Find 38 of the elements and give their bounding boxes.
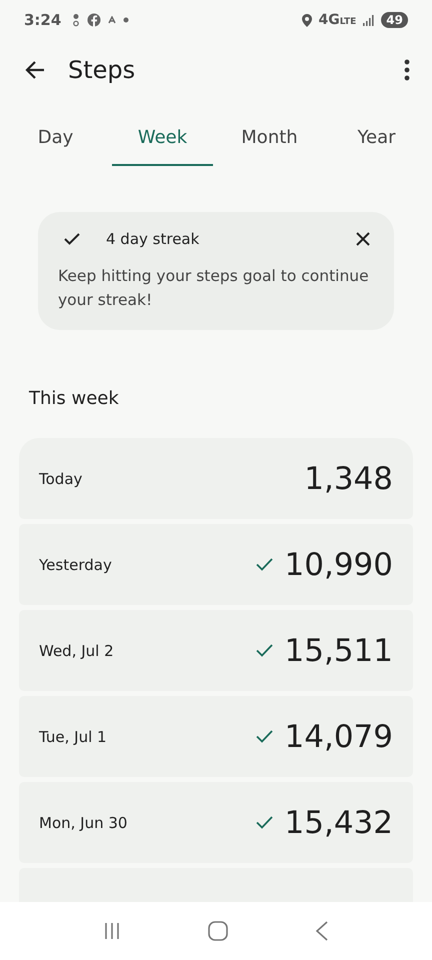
- day-label: Yesterday: [39, 556, 112, 574]
- section-title: This week: [29, 388, 120, 411]
- step-count: 1,348: [304, 460, 393, 496]
- day-label: Today: [39, 470, 82, 488]
- back-icon[interactable]: [314, 921, 329, 941]
- day-label: Mon, Jun 30: [39, 814, 128, 832]
- check-icon: [64, 233, 80, 245]
- home-icon[interactable]: [208, 921, 228, 941]
- day-label: Wed, Jul 2: [39, 642, 114, 660]
- network-type: 4GLTE: [318, 12, 356, 28]
- circle-f-icon: [87, 13, 102, 27]
- day-row[interactable]: Mon, Jun 30 15,432: [19, 782, 413, 863]
- battery-level: 49: [381, 12, 408, 28]
- day-row[interactable]: Wed, Jul 2 15,511: [19, 610, 413, 691]
- day-row[interactable]: Today 1,348: [19, 438, 413, 519]
- step-count: 10,990: [284, 546, 393, 582]
- page-title: Steps: [68, 56, 136, 84]
- small-a-icon: [108, 16, 116, 24]
- period-tab[interactable]: Month: [219, 110, 320, 166]
- period-tab[interactable]: Week: [112, 110, 213, 166]
- period-tab[interactable]: Year: [326, 110, 427, 166]
- step-count: 15,432: [284, 804, 393, 840]
- step-count: 14,079: [284, 718, 393, 754]
- streak-title: 4 day streak: [106, 230, 200, 248]
- notification-dots-icon: [72, 13, 80, 27]
- location-pin-icon: [302, 14, 312, 26]
- dot-icon: [123, 17, 130, 23]
- day-label: Tue, Jul 1: [39, 728, 107, 746]
- period-tab[interactable]: Day: [5, 110, 106, 166]
- streak-message: Keep hitting your steps goal to continue your streak!: [58, 266, 370, 311]
- signal-icon: [363, 14, 374, 26]
- day-row[interactable]: Yesterday 10,990: [19, 524, 413, 605]
- step-count: 15,511: [284, 632, 393, 668]
- day-row[interactable]: Tue, Jul 1 14,079: [19, 696, 413, 777]
- status-time: 3:24: [24, 11, 62, 29]
- close-icon[interactable]: [356, 232, 370, 246]
- more-options-icon[interactable]: [404, 59, 410, 81]
- recent-apps-icon[interactable]: [103, 922, 122, 940]
